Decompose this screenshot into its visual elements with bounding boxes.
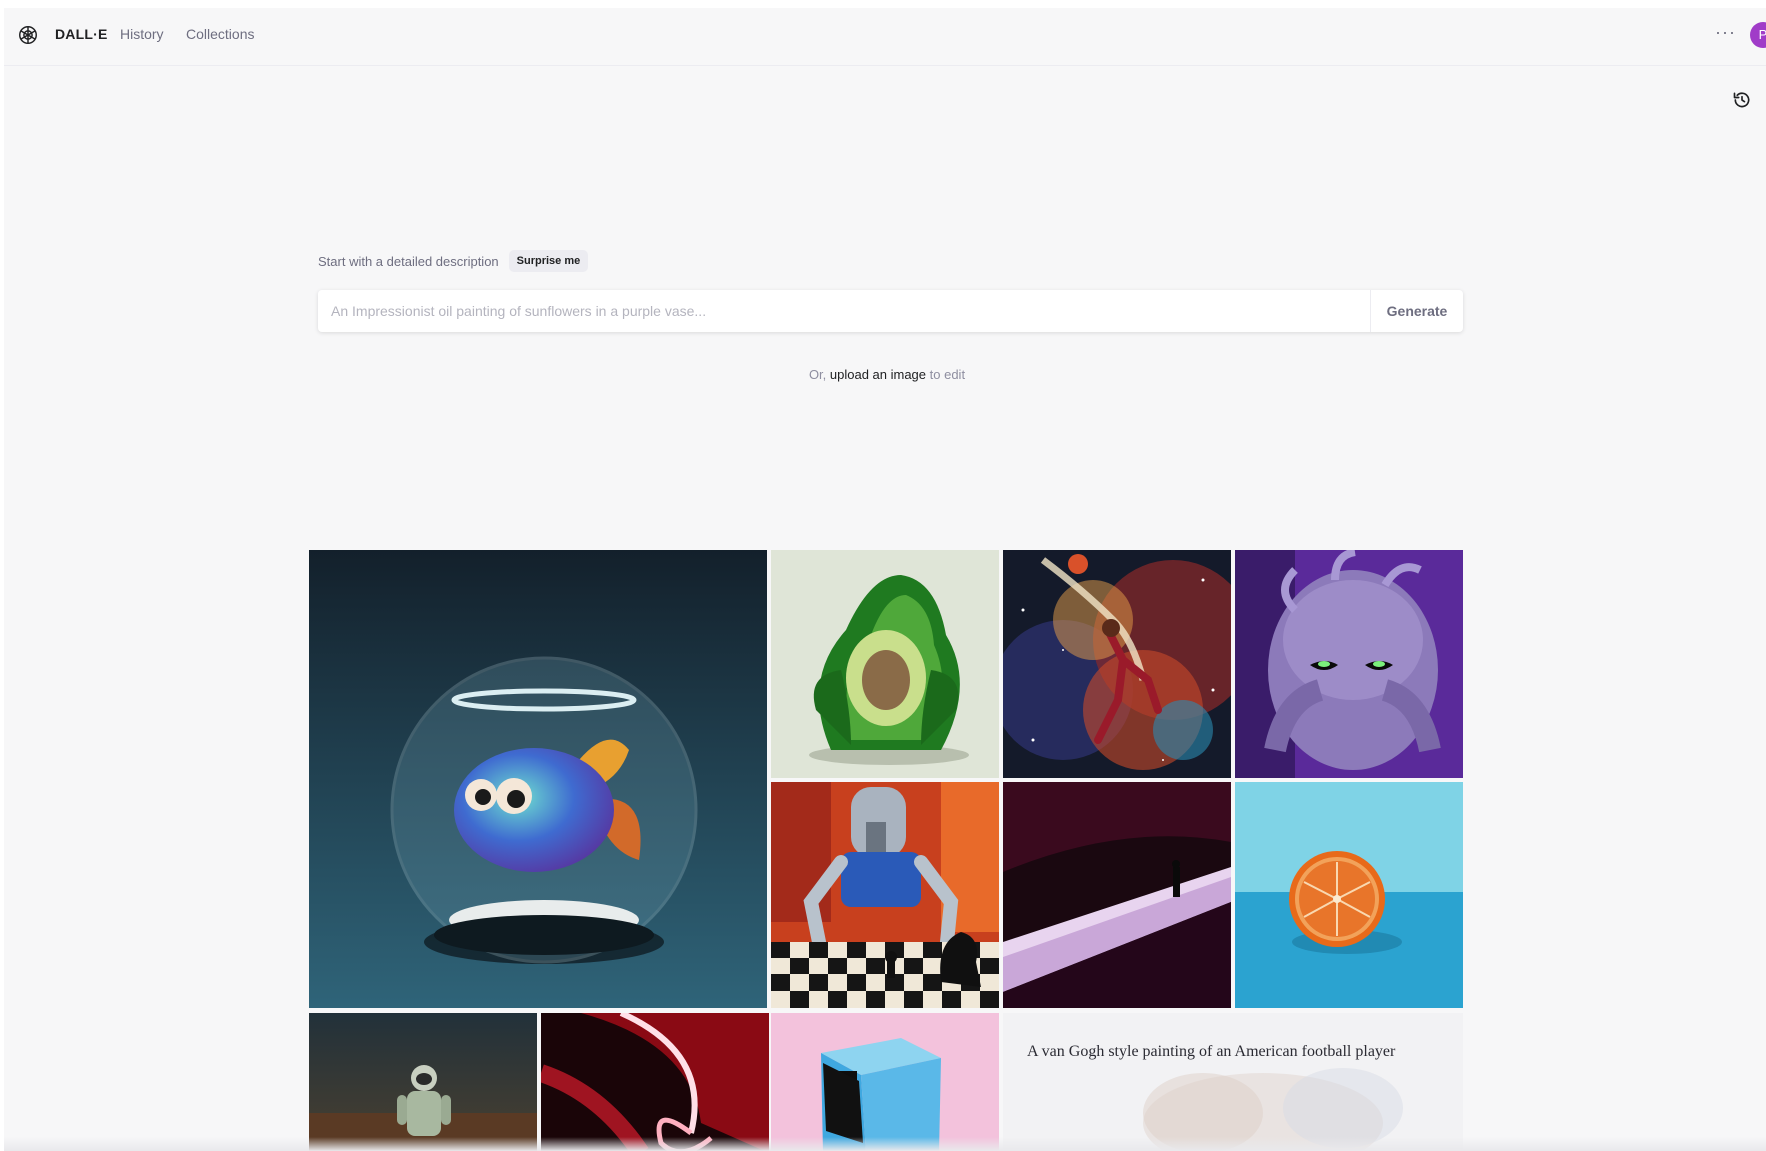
generate-button[interactable]: Generate — [1371, 290, 1463, 332]
upload-image-link[interactable]: upload an image — [830, 367, 926, 382]
gallery-item-astronaut[interactable] — [309, 1013, 537, 1151]
top-navbar: DALL·E History Collections ··· P — [4, 8, 1766, 66]
more-options-button[interactable]: ··· — [1715, 22, 1736, 43]
prompt-label-row: Start with a detailed description Surpri… — [318, 250, 589, 272]
gallery-item-avocado-chair[interactable] — [771, 550, 999, 778]
prompt-input[interactable] — [318, 290, 1370, 332]
prompt-label: Start with a detailed description — [318, 253, 499, 269]
prompt-bar: Generate — [318, 290, 1463, 332]
gallery-item-blue-box[interactable] — [771, 1013, 999, 1151]
upload-hint: Or, upload an image to edit — [4, 367, 1766, 382]
astronaut-image — [309, 1013, 537, 1151]
fish-bowl-image — [309, 550, 767, 1008]
brand-name[interactable]: DALL·E — [55, 26, 108, 42]
gallery-item-neon-shape[interactable] — [541, 1013, 769, 1151]
orange-half-image — [1235, 782, 1463, 1008]
app-window: DALL·E History Collections ··· P Start w… — [4, 8, 1766, 1151]
surprise-me-button[interactable]: Surprise me — [508, 250, 589, 272]
gallery-item-basketball-galaxy[interactable] — [1003, 550, 1231, 778]
gallery-item-football-painting[interactable] — [1003, 1013, 1463, 1151]
football-painting-image — [1003, 1013, 1463, 1151]
purple-monster-image — [1235, 550, 1463, 778]
gallery-item-orange-half[interactable] — [1235, 782, 1463, 1008]
gallery-item-fish-bowl[interactable] — [309, 550, 767, 1008]
neon-shape-image — [541, 1013, 769, 1151]
gallery-item-purple-monster[interactable] — [1235, 550, 1463, 778]
blue-box-image — [771, 1013, 999, 1151]
avocado-chair-image — [771, 550, 999, 778]
gallery-item-desert-figure[interactable] — [1003, 782, 1231, 1008]
upload-suffix: to edit — [926, 367, 966, 382]
history-icon[interactable] — [1732, 90, 1752, 110]
gallery-item-robot-chess[interactable] — [771, 782, 999, 1008]
openai-logo-icon[interactable] — [17, 24, 39, 46]
nav-collections-link[interactable]: Collections — [186, 26, 254, 42]
basketball-galaxy-image — [1003, 550, 1231, 778]
robot-chess-image — [771, 782, 999, 1008]
bottom-fade — [4, 1137, 1766, 1151]
desert-figure-image — [1003, 782, 1231, 1008]
hover-caption: A van Gogh style painting of an American… — [1027, 1043, 1396, 1060]
nav-history-link[interactable]: History — [120, 26, 164, 42]
user-avatar[interactable]: P — [1750, 22, 1766, 48]
upload-prefix: Or, — [808, 367, 830, 382]
